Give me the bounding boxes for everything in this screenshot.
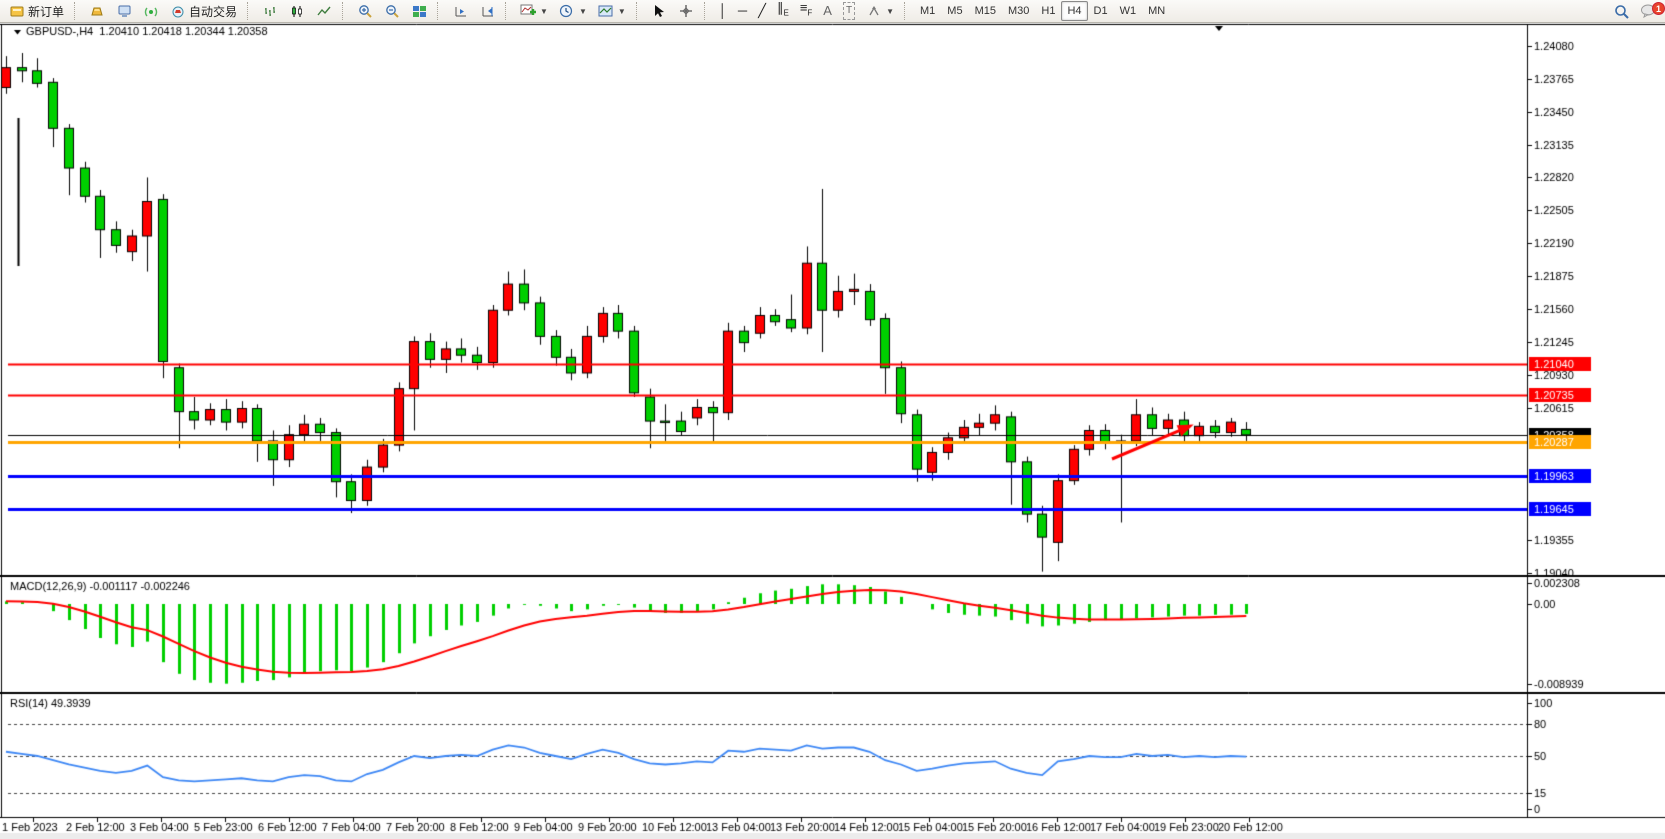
dropdown-caret: ▼ [886,7,894,16]
arrows-tool-icon [866,3,882,19]
chart-shift-button[interactable] [447,1,473,21]
timeframe-w1-button[interactable]: W1 [1114,1,1143,21]
templates-button[interactable]: ▼ [593,1,631,21]
cursor-icon [651,3,667,19]
signal-button[interactable] [138,1,164,21]
auto-trading-icon [170,3,186,19]
terminal-button[interactable] [111,1,137,21]
separator [342,2,348,20]
timeframe-mn-button[interactable]: MN [1142,1,1171,21]
timeframe-d1-button[interactable]: D1 [1088,1,1114,21]
tile-windows-icon [411,3,427,19]
text-icon: A [823,3,832,19]
vertical-line-icon: │ [719,3,727,19]
toolbar: 新订单 自动交易 [0,0,1665,23]
fibonacci-tool-button[interactable]: ≡F [795,1,817,21]
chart-area[interactable] [0,0,1665,839]
timeframe-group: M1M5M15M30H1H4D1W1MN [914,1,1171,21]
trendline-tool-button[interactable]: ╱ [753,1,771,21]
search-icon [1613,3,1629,19]
notification-badge[interactable]: 1 [1652,2,1665,15]
line-chart-button[interactable] [311,1,337,21]
zoom-in-icon [357,3,373,19]
separator [437,2,443,20]
auto-trading-button[interactable]: 自动交易 [165,1,242,21]
terminal-icon [116,3,132,19]
separator [636,2,642,20]
clock-icon [559,3,575,19]
separator [74,2,80,20]
vertical-line-tool-button[interactable]: │ [714,1,732,21]
gold-panel-button[interactable] [84,1,110,21]
separator [704,2,710,20]
text-tool-button[interactable]: A [818,1,837,21]
new-order-button[interactable]: 新订单 [4,1,69,21]
auto-scroll-icon [479,3,495,19]
new-order-icon [9,3,25,19]
trendline-icon: ╱ [758,3,766,19]
dropdown-caret: ▼ [540,7,548,16]
indicators-add-icon [520,3,536,19]
text-label-icon: T [843,2,855,20]
dropdown-caret: ▼ [618,7,626,16]
horizontal-line-icon: ─ [738,3,747,19]
indicators-button[interactable]: ▼ [515,1,553,21]
auto-scroll-button[interactable] [474,1,500,21]
separator [505,2,511,20]
separator [904,2,910,20]
template-icon [598,3,614,19]
gold-icon [89,3,105,19]
dropdown-caret: ▼ [579,7,587,16]
text-label-tool-button[interactable]: T [838,1,860,21]
arrows-tool-button[interactable]: ▼ [861,1,899,21]
cursor-tool-button[interactable] [646,1,672,21]
chart-shift-icon [452,3,468,19]
bar-chart-icon [262,3,278,19]
timeframe-m1-button[interactable]: M1 [914,1,941,21]
signal-icon [143,3,159,19]
equidistant-channel-icon: ∥E [777,0,789,22]
horizontal-line-tool-button[interactable]: ─ [733,1,752,21]
fibonacci-icon: ≡F [800,0,812,22]
timeframe-m15-button[interactable]: M15 [969,1,1002,21]
candlestick-chart-button[interactable] [284,1,310,21]
new-order-label: 新订单 [28,3,64,20]
timeframe-m30-button[interactable]: M30 [1002,1,1035,21]
separator [247,2,253,20]
timeframe-h1-button[interactable]: H1 [1035,1,1061,21]
crosshair-tool-button[interactable] [673,1,699,21]
zoom-in-button[interactable] [352,1,378,21]
auto-trading-label: 自动交易 [189,3,237,20]
line-chart-icon [316,3,332,19]
search-button[interactable] [1608,1,1634,21]
candlestick-chart-icon [289,3,305,19]
crosshair-icon [678,3,694,19]
channel-tool-button[interactable]: ∥E [772,1,794,21]
timeframe-h4-button[interactable]: H4 [1061,1,1087,21]
zoom-out-button[interactable] [379,1,405,21]
timeframe-m5-button[interactable]: M5 [941,1,968,21]
periods-button[interactable]: ▼ [554,1,592,21]
zoom-out-icon [384,3,400,19]
tile-windows-button[interactable] [406,1,432,21]
bar-chart-button[interactable] [257,1,283,21]
